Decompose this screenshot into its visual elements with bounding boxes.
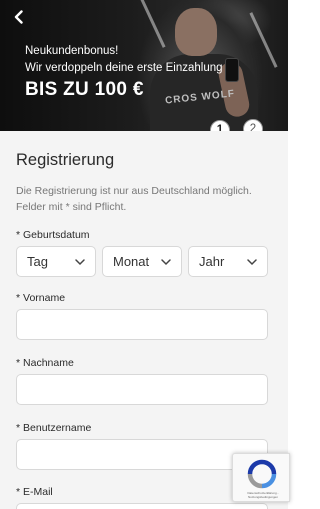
day-select[interactable]: Tag xyxy=(16,246,96,277)
email-input[interactable] xyxy=(16,503,268,509)
recaptcha-links[interactable]: Datenschutzerklärung - Nutzungsbedingung… xyxy=(237,491,289,499)
form-note: Die Registrierung ist nur aus Deutschlan… xyxy=(16,185,252,213)
lastname-input[interactable] xyxy=(16,374,268,405)
bonus-description: Wir verdoppeln deine erste Einzahlung xyxy=(25,62,223,74)
phone-photo xyxy=(225,58,239,82)
firstname-label: * Vorname xyxy=(16,292,65,304)
athlete-photo-head xyxy=(175,8,217,56)
day-select-value: Tag xyxy=(27,254,48,269)
month-select[interactable]: Monat xyxy=(102,246,182,277)
month-select-value: Monat xyxy=(113,254,150,269)
required-marker: * xyxy=(16,292,21,304)
required-marker: * xyxy=(16,486,21,498)
form-title: Registrierung xyxy=(16,151,115,169)
required-marker: * xyxy=(16,357,21,369)
email-label: * E-Mail xyxy=(16,486,53,498)
username-label-text: Benutzername xyxy=(23,422,92,434)
back-button[interactable] xyxy=(6,4,32,30)
lastname-label: * Nachname xyxy=(16,357,74,369)
birthdate-label: * Geburtsdatum xyxy=(16,229,90,241)
bonus-amount: BIS ZU 100 € xyxy=(25,79,144,100)
required-marker: * xyxy=(16,229,21,241)
year-select-value: Jahr xyxy=(199,254,225,269)
bonus-title: Neukundenbonus! xyxy=(25,45,119,57)
lastname-label-text: Nachname xyxy=(23,357,74,369)
recaptcha-logo-icon xyxy=(247,459,277,489)
username-input[interactable] xyxy=(16,439,268,470)
chevron-left-icon xyxy=(14,10,23,24)
username-label: * Benutzername xyxy=(16,422,91,434)
chevron-down-icon xyxy=(247,259,257,266)
firstname-input[interactable] xyxy=(16,309,268,340)
promo-banner: CROS WOLF Neukundenbonus! Wir verdoppeln… xyxy=(0,0,288,131)
email-label-text: E-Mail xyxy=(23,486,53,498)
required-marker: * xyxy=(16,422,21,434)
chevron-down-icon xyxy=(161,259,171,266)
birthdate-label-text: Geburtsdatum xyxy=(23,229,90,241)
firstname-label-text: Vorname xyxy=(23,292,66,304)
chevron-down-icon xyxy=(75,259,85,266)
year-select[interactable]: Jahr xyxy=(188,246,268,277)
recaptcha-badge[interactable]: Datenschutzerklärung - Nutzungsbedingung… xyxy=(232,453,290,502)
